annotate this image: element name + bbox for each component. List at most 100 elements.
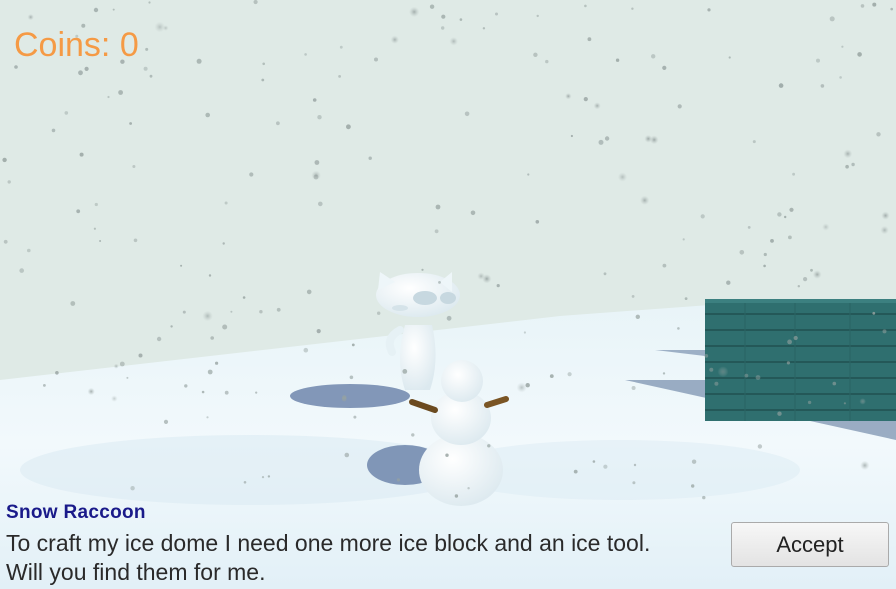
snowflake (787, 339, 792, 345)
snowflake (51, 128, 56, 133)
snowflake (467, 487, 470, 490)
snowflake (338, 75, 341, 78)
snowflake (224, 390, 229, 395)
snowflake (631, 7, 634, 10)
snowflake (702, 495, 706, 500)
snowflake (700, 214, 705, 219)
snowflake (210, 336, 214, 340)
snowflake (763, 264, 766, 268)
snowflake (857, 52, 862, 57)
snowflake (810, 268, 813, 272)
snowflake (208, 274, 212, 277)
snowflake (162, 25, 169, 31)
snowflake (778, 83, 784, 88)
snowflake (64, 111, 69, 115)
snowflake (138, 353, 143, 358)
snowflake (789, 207, 794, 212)
snowflake (446, 315, 452, 321)
snowflake (111, 395, 118, 402)
snowflake (527, 173, 530, 176)
snowflake (93, 227, 96, 230)
snowflake (803, 277, 808, 282)
snowflake (651, 54, 656, 59)
snowflake (339, 45, 343, 49)
snowflake (662, 263, 667, 268)
snowflake (267, 475, 271, 478)
snowflake (763, 252, 767, 257)
raccoon-shadow (290, 384, 410, 408)
snowflake (55, 371, 59, 375)
snowflake (421, 268, 424, 271)
snowflake (859, 398, 866, 405)
snowflake (249, 172, 254, 177)
snowflake (495, 12, 498, 16)
snowflake (523, 331, 527, 334)
snowflake (755, 375, 761, 380)
snowflake (583, 97, 588, 102)
coins-counter: Coins: 0 (14, 26, 139, 64)
snowflake (812, 270, 822, 279)
snowflake (633, 463, 637, 467)
snowflake (464, 111, 470, 117)
snowflake (70, 301, 76, 306)
snowflake (704, 354, 709, 358)
snowflake (222, 324, 228, 330)
snowflake (261, 78, 265, 82)
snowflake (303, 347, 309, 353)
snowflake (739, 250, 745, 255)
snowflake (222, 242, 225, 245)
snowflake (182, 310, 186, 314)
snowflake (314, 160, 320, 165)
snowflake (435, 204, 441, 210)
snowflake (438, 281, 441, 284)
snowflake (43, 384, 46, 387)
snowflake (797, 285, 800, 288)
snowflake (822, 223, 830, 231)
snowflake (744, 373, 749, 378)
snowflake (807, 400, 812, 405)
snowflake (377, 311, 381, 315)
accept-button[interactable]: Accept (731, 522, 889, 567)
snowflake (487, 444, 491, 448)
snowflake (76, 209, 81, 214)
snowflake (201, 390, 205, 394)
snowflake (549, 374, 554, 378)
snowflake (603, 272, 607, 276)
snowflake (615, 58, 620, 62)
snowflake (860, 4, 865, 8)
snowflake (677, 327, 680, 330)
snowflake (592, 460, 596, 463)
snowflake (786, 361, 791, 365)
snowflake (368, 156, 372, 160)
snowflake (180, 264, 183, 267)
snowflake (777, 212, 782, 217)
snowflake (677, 104, 682, 109)
snowflake (567, 372, 572, 377)
dialog-line: To craft my ice dome I need one more ice… (6, 530, 651, 556)
snowflake (306, 289, 312, 295)
snowflake (717, 366, 729, 378)
snowflake (584, 4, 587, 8)
snowflake (691, 459, 697, 464)
snowflake (598, 139, 604, 145)
snowflake (346, 124, 351, 130)
snowflake (454, 494, 459, 498)
snowflake (243, 481, 247, 484)
snowflake (276, 121, 280, 126)
snowflake (130, 486, 135, 491)
snowflake (525, 383, 530, 388)
snowflake (792, 172, 795, 176)
snowflake (752, 140, 756, 144)
snowflake (640, 195, 650, 205)
snowflake (604, 136, 610, 141)
snowflake (215, 361, 219, 365)
snowflake (662, 372, 666, 375)
snowflake (662, 65, 667, 70)
snowflake (148, 1, 151, 4)
snowflake (409, 6, 420, 18)
snowflake (682, 238, 685, 241)
snowflake (396, 478, 400, 482)
snowflake (617, 172, 628, 182)
snowflake (113, 363, 119, 369)
snowflake (145, 47, 149, 51)
